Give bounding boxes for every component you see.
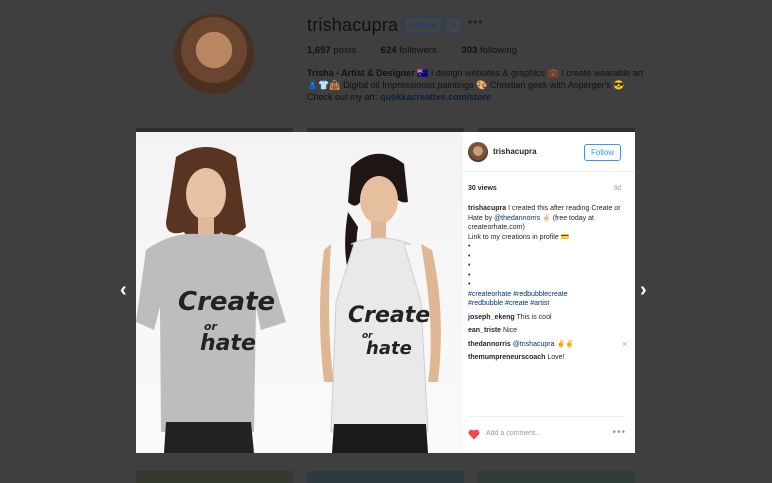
comment-username[interactable]: thedannorris [468, 341, 511, 348]
caption-text-3: Link to my creations in profile 💳 [468, 233, 570, 241]
profile-avatar[interactable] [174, 14, 254, 94]
caption-hashtags-1[interactable]: #createorhate #redbubblecreate [468, 290, 628, 300]
add-comment-input[interactable]: Add a comment... [486, 430, 541, 437]
caption-bullet: • [468, 281, 471, 288]
profile-username: trishacupra [307, 15, 399, 35]
post-header: trishacupra Follow [463, 132, 635, 172]
grid-thumbnail[interactable] [478, 471, 635, 483]
following-stat[interactable]: 303 following [461, 45, 516, 56]
bio-line-2: 👗👕👜 Digital oil Impressionist paintings … [307, 80, 625, 90]
profile-bio: Trisha - Artist & Designer 🇦🇺 I design w… [307, 67, 647, 103]
caption-bullet: • [468, 262, 471, 269]
caption: trishacupra I created this after reading… [468, 204, 628, 309]
views-count[interactable]: 30 views [468, 185, 497, 192]
bio-line-1: 🇦🇺 I design websites & graphics 💼 I crea… [417, 68, 644, 78]
bio-line-3: Check out my art: [307, 92, 378, 102]
suggestions-dropdown-button[interactable]: ▾ [445, 17, 462, 34]
grid-thumbnail[interactable] [136, 471, 293, 483]
following-label: following [479, 45, 517, 56]
comment-text: This is cool [516, 313, 552, 321]
post-follow-button[interactable]: Follow [584, 144, 621, 161]
comment-mention[interactable]: @trishacupra [513, 341, 555, 348]
post-footer: Add a comment... ••• [468, 416, 626, 448]
caption-bullet: • [468, 243, 471, 250]
post-author-username[interactable]: trishacupra [493, 147, 537, 156]
grid-thumbnail[interactable] [307, 471, 464, 483]
delete-comment-icon[interactable]: ✕ [621, 340, 628, 350]
next-post-arrow-icon[interactable]: › [640, 280, 647, 300]
post-age: 3d [613, 185, 621, 192]
followers-label: followers [399, 45, 437, 56]
followers-count: 624 [380, 45, 397, 56]
post-side-panel: trishacupra Follow 30 views 3d trishacup… [463, 132, 635, 453]
previous-post-arrow-icon[interactable]: ‹ [120, 280, 127, 300]
post-modal: Create or hate Create or hate trishacupr… [136, 132, 635, 453]
caption-mention[interactable]: @thedannorris [494, 215, 540, 222]
followers-stat[interactable]: 624 followers [381, 45, 437, 56]
comment-text: Nice [503, 327, 518, 334]
caption-hashtags-2[interactable]: #redbubble #create #artist [468, 299, 628, 309]
like-heart-icon[interactable] [468, 429, 480, 440]
shirt-print-overlay: Create or hate Create or hate [178, 287, 430, 359]
right-shirt-text-create: Create [348, 303, 430, 328]
comment-item: ean_triste Nice [468, 326, 628, 336]
bio-link[interactable]: quokkacreative.com/store [380, 92, 491, 102]
following-count: 303 [461, 45, 478, 56]
right-shirt-text-hate: hate [366, 338, 412, 359]
posts-count: 1,657 [307, 45, 331, 56]
comment-text: Love! [547, 354, 565, 361]
caption-bullet: • [468, 271, 471, 279]
comment-username[interactable]: ean_triste [468, 327, 501, 334]
left-shirt-text-hate: hate [200, 331, 256, 356]
comments-list: trishacupra I created this after reading… [468, 204, 628, 367]
post-more-options-icon[interactable]: ••• [612, 427, 626, 438]
profile-stats: 1,657 posts 624 followers 303 following [307, 45, 539, 56]
comment-username[interactable]: themumpreneurscoach [468, 354, 545, 361]
comment-username[interactable]: joseph_ekeng [468, 314, 515, 321]
post-photo[interactable]: Create or hate Create or hate [136, 132, 463, 453]
caption-username[interactable]: trishacupra [468, 205, 506, 212]
follow-button[interactable]: Follow [404, 17, 442, 34]
comment-item: joseph_ekeng This is cool [468, 313, 628, 323]
comment-item: themumpreneurscoach Love! [468, 353, 628, 363]
post-author-avatar[interactable] [468, 142, 488, 162]
bio-name: Trisha - Artist & Designer [307, 68, 415, 78]
posts-stat: 1,657 posts [307, 45, 356, 56]
left-shirt-text-create: Create [178, 287, 275, 317]
comment-item: thedannorris @trishacupra ✌✌ ✕ [468, 340, 628, 350]
caption-bullet: • [468, 252, 471, 260]
comment-text: ✌✌ [556, 340, 574, 348]
posts-label: posts [333, 45, 357, 56]
more-options-icon[interactable]: ••• [468, 15, 484, 29]
